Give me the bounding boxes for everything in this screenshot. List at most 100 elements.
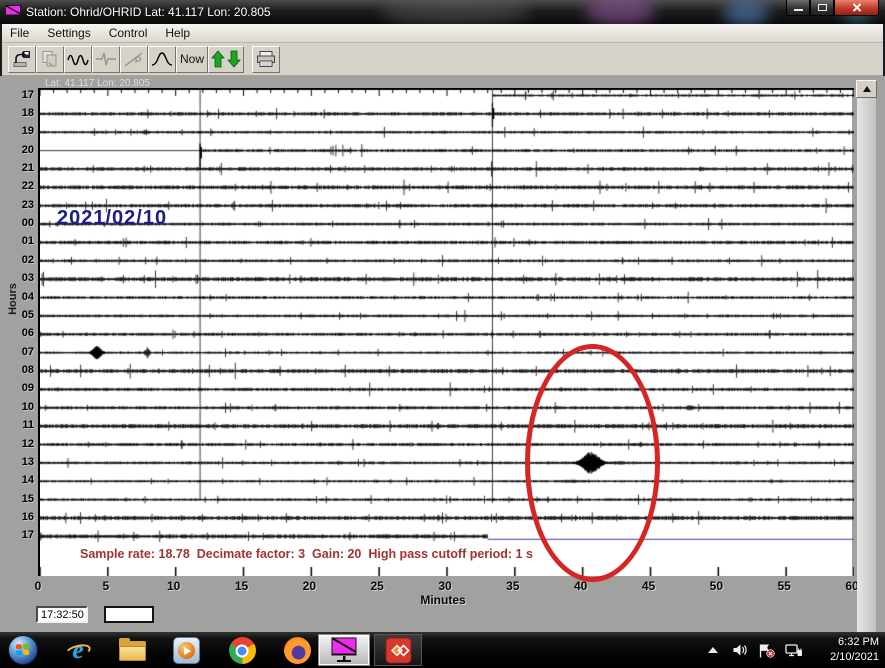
hour-label: 17 [12,529,34,541]
hour-label: 09 [12,382,34,394]
seismograph-app-icon [5,5,21,19]
copy-icon [40,49,60,69]
hour-label: 06 [12,327,34,339]
hour-label: 15 [12,493,34,505]
x-tick-label: 15 [235,579,248,593]
hour-label: 12 [12,438,34,450]
hour-label: 03 [12,272,34,284]
clock-time: 6:32 PM [813,635,879,650]
window-title: Station: Ohrid/OHRID Lat: 41.117 Lon: 20… [26,5,271,19]
hour-label: 01 [12,235,34,247]
printer-icon [255,49,277,69]
hour-label: 13 [12,456,34,468]
title-bar[interactable]: Station: Ohrid/OHRID Lat: 41.117 Lon: 20… [0,0,885,24]
app-window: Station: Ohrid/OHRID Lat: 41.117 Lon: 20… [0,0,885,632]
windows-flag-icon [16,644,31,657]
hour-label: 11 [12,419,34,431]
phase-ramp-button-disabled[interactable] [120,46,148,73]
hour-label: 19 [12,125,34,137]
waveform-icon [67,49,89,69]
maximize-button[interactable] [810,0,834,16]
remote-desktop-app-icon [385,637,412,664]
pick-trace-button-disabled[interactable] [92,46,120,73]
filter-bell-button[interactable] [148,46,176,73]
hour-label: 21 [12,162,34,174]
hour-label: 02 [12,254,34,266]
x-tick-label: 10 [167,579,180,593]
x-tick-label: 45 [642,579,655,593]
taskbar-clock[interactable]: 6:32 PM 2/10/2021 [813,635,879,665]
copy-button-disabled[interactable] [36,46,64,73]
minimize-icon [794,9,803,11]
x-tick-label: 40 [574,579,587,593]
file-explorer-icon [119,641,146,661]
pick-trace-icon [95,49,117,69]
media-player-icon [173,637,200,664]
taskbar-seismograph-app-button[interactable] [318,634,370,666]
scroll-arrows-icons [211,49,241,69]
hour-label: 18 [12,107,34,119]
current-time-field[interactable]: 17:32:50 [36,606,88,623]
firefox-icon [284,637,311,664]
open-record-button[interactable] [8,46,36,73]
now-button[interactable]: Now [176,46,208,73]
menu-bar: FileSettingsControlHelp [2,24,883,43]
hour-label: 10 [12,401,34,413]
taskbar-file-explorer[interactable] [112,635,152,666]
menu-item-file[interactable]: File [2,25,39,42]
hour-label: 23 [12,199,34,211]
glass-reflection [380,0,530,24]
taskbar: e [0,632,885,668]
system-tray: 6:32 PM 2/10/2021 [708,632,885,668]
taskbar-media-player[interactable] [166,635,206,666]
secondary-field[interactable] [104,606,154,623]
taskbar-remote-app-button[interactable] [374,634,422,666]
hour-label: 05 [12,309,34,321]
x-tick-label: 5 [102,579,109,593]
scrollbar-up-button[interactable] [856,80,877,98]
taskbar-internet-explorer[interactable]: e [58,635,98,666]
screen: Station: Ohrid/OHRID Lat: 41.117 Lon: 20… [0,0,885,668]
window-controls [786,0,879,16]
menu-item-help[interactable]: Help [157,25,200,42]
date-label: 2021/02/10 [57,207,167,230]
action-center-flag-icon[interactable] [758,643,775,658]
waveform-button[interactable] [64,46,92,73]
minimize-button[interactable] [786,0,810,16]
hour-label: 04 [12,291,34,303]
taskbar-chrome[interactable] [222,635,262,666]
menu-item-control[interactable]: Control [101,25,158,42]
x-tick-label: 50 [710,579,723,593]
scrollbar-track[interactable] [857,98,876,636]
phase-ramp-icon [123,49,145,69]
taskbar-firefox[interactable] [277,635,317,666]
hidden-icons-caret[interactable] [708,647,718,653]
start-button[interactable] [8,635,38,665]
x-tick-label: 20 [303,579,316,593]
hour-label: 14 [12,474,34,486]
maximize-icon [818,4,827,11]
seismograph-app-icon [330,637,358,664]
menu-item-settings[interactable]: Settings [39,25,100,42]
close-icon [852,2,862,12]
helicorder-plot[interactable]: 2021/02/10 [38,88,852,576]
hour-label: 00 [12,217,34,229]
hour-label: 22 [12,180,34,192]
glass-reflection [585,0,655,24]
toolbar: Now [2,43,883,76]
open-record-icon [12,49,32,69]
hour-label: 20 [12,144,34,156]
x-tick-label: 55 [777,579,790,593]
close-button[interactable] [834,0,879,16]
x-tick-label: 0 [35,579,42,593]
clock-date: 2/10/2021 [813,650,879,665]
vertical-scrollbar[interactable] [856,80,877,654]
print-button[interactable] [252,46,280,73]
hour-label: 07 [12,346,34,358]
scroll-arrows-button[interactable] [208,46,244,73]
acquisition-info-text: Sample rate: 18.78 Decimate factor: 3 Ga… [80,547,533,561]
hour-label: 16 [12,511,34,523]
network-display-icon[interactable] [785,643,803,658]
seismogram-traces-canvas[interactable] [40,88,854,576]
volume-icon[interactable] [732,643,748,657]
